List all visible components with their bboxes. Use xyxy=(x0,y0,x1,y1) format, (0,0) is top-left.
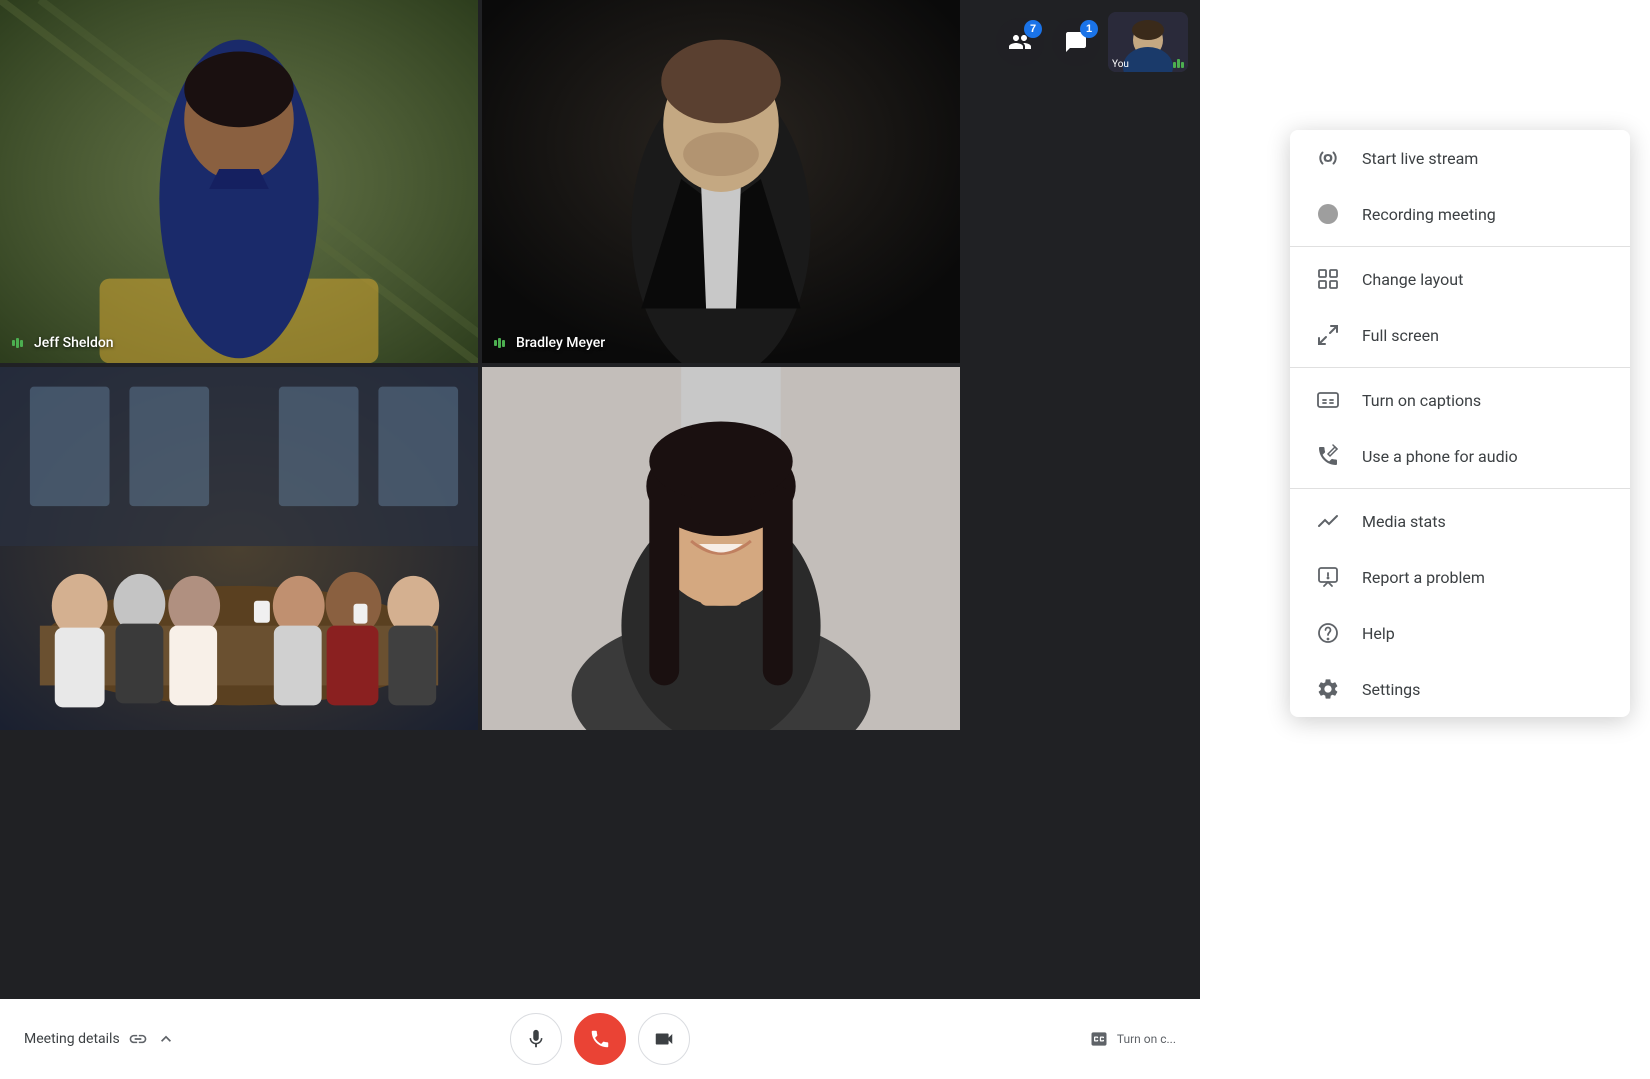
divider-2 xyxy=(1290,367,1630,368)
turn-on-captions-partial: Turn on c... xyxy=(1117,1032,1176,1046)
menu-label-full-screen: Full screen xyxy=(1362,326,1439,345)
report-icon xyxy=(1314,563,1342,591)
participant-name-jeff: Jeff Sheldon xyxy=(12,335,114,351)
meeting-details[interactable]: Meeting details xyxy=(24,1029,176,1049)
video-tile-jeff: Jeff Sheldon xyxy=(0,0,478,363)
live-stream-icon xyxy=(1314,144,1342,172)
participants-button[interactable]: 7 xyxy=(996,18,1044,66)
chat-badge: 1 xyxy=(1080,20,1098,38)
right-controls-bar: Turn on c... xyxy=(1089,1029,1176,1049)
menu-label-report-problem: Report a problem xyxy=(1362,568,1485,587)
menu-item-media-stats[interactable]: Media stats xyxy=(1290,493,1630,549)
menu-item-recording[interactable]: Recording meeting xyxy=(1290,186,1630,242)
divider-1 xyxy=(1290,246,1630,247)
settings-icon xyxy=(1314,675,1342,703)
menu-label-settings: Settings xyxy=(1362,680,1420,699)
video-tile-woman xyxy=(482,367,960,730)
menu-item-full-screen[interactable]: Full screen xyxy=(1290,307,1630,363)
menu-label-phone-audio: Use a phone for audio xyxy=(1362,447,1518,466)
captions-menu-icon xyxy=(1314,386,1342,414)
menu-label-media-stats: Media stats xyxy=(1362,512,1446,531)
stats-icon xyxy=(1314,507,1342,535)
fullscreen-icon xyxy=(1314,321,1342,349)
menu-item-help[interactable]: Help xyxy=(1290,605,1630,661)
camera-button[interactable] xyxy=(638,1013,690,1065)
context-menu: Start live stream Recording meeting Chan… xyxy=(1290,130,1630,717)
menu-item-live-stream[interactable]: Start live stream xyxy=(1290,130,1630,186)
audio-indicator-bradley xyxy=(494,335,510,351)
phone-audio-icon xyxy=(1314,442,1342,470)
menu-label-live-stream: Start live stream xyxy=(1362,149,1478,168)
layout-icon xyxy=(1314,265,1342,293)
video-tile-group xyxy=(0,367,478,730)
meeting-details-label: Meeting details xyxy=(24,1031,120,1047)
menu-item-captions[interactable]: Turn on captions xyxy=(1290,372,1630,428)
captions-icon-bar xyxy=(1089,1029,1109,1049)
menu-item-phone-audio[interactable]: Use a phone for audio xyxy=(1290,428,1630,484)
menu-label-change-layout: Change layout xyxy=(1362,270,1463,289)
menu-label-help: Help xyxy=(1362,624,1395,643)
video-grid: Jeff Sheldon xyxy=(0,0,960,730)
participants-badge: 7 xyxy=(1024,20,1042,38)
mute-button[interactable] xyxy=(510,1013,562,1065)
recording-icon xyxy=(1314,200,1342,228)
menu-label-recording: Recording meeting xyxy=(1362,205,1496,224)
help-icon xyxy=(1314,619,1342,647)
divider-3 xyxy=(1290,488,1630,489)
bottom-bar: Meeting details Turn on c... xyxy=(0,999,1200,1079)
menu-item-report-problem[interactable]: Report a problem xyxy=(1290,549,1630,605)
audio-indicator-jeff xyxy=(12,335,28,351)
top-controls: 7 1 You xyxy=(996,12,1188,72)
chat-button[interactable]: 1 xyxy=(1052,18,1100,66)
center-controls xyxy=(510,1013,690,1065)
menu-item-change-layout[interactable]: Change layout xyxy=(1290,251,1630,307)
self-view-label: You xyxy=(1112,59,1129,70)
end-call-button[interactable] xyxy=(574,1013,626,1065)
chevron-up-icon xyxy=(156,1029,176,1049)
video-tile-bradley: Bradley Meyer xyxy=(482,0,960,363)
menu-label-captions: Turn on captions xyxy=(1362,391,1481,410)
link-icon xyxy=(128,1029,148,1049)
participant-name-bradley: Bradley Meyer xyxy=(494,335,605,351)
menu-item-settings[interactable]: Settings xyxy=(1290,661,1630,717)
self-view: You xyxy=(1108,12,1188,72)
